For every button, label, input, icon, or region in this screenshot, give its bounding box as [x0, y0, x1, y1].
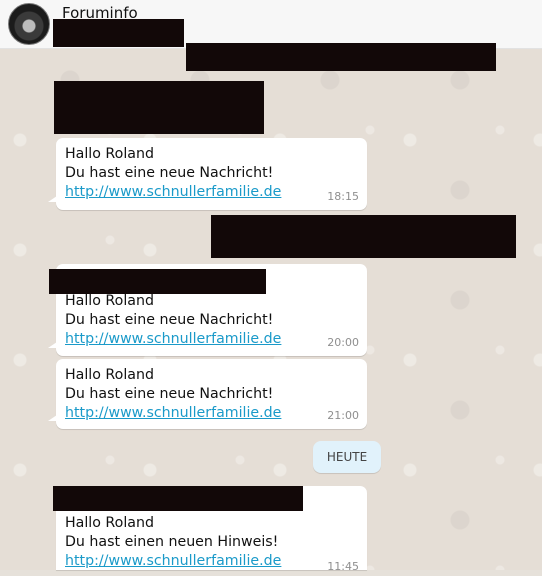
message-time: 20:00: [327, 336, 359, 349]
message-time: 18:15: [327, 190, 359, 203]
message-body: Du hast eine neue Nachricht!: [65, 386, 274, 402]
message-text: Hallo Roland Du hast eine neue Nachricht…: [65, 366, 281, 423]
message-link[interactable]: http://www.schnullerfamilie.de: [65, 404, 281, 423]
message-body: Du hast eine neue Nachricht!: [65, 165, 274, 181]
contact-avatar[interactable]: [8, 3, 50, 45]
message-link[interactable]: http://www.schnullerfamilie.de: [65, 183, 281, 202]
redacted-block: [49, 269, 266, 294]
redacted-block: [186, 43, 496, 71]
redacted-block: [211, 215, 516, 258]
message-time: 11:45: [327, 560, 359, 573]
message-link[interactable]: http://www.schnullerfamilie.de: [65, 552, 281, 571]
message-text: Hallo Roland Du hast eine neue Nachricht…: [65, 292, 281, 349]
day-separator-badge: HEUTE: [313, 441, 381, 473]
redacted-block: [53, 19, 184, 47]
message-bubble: Hallo Roland Du hast eine neue Nachricht…: [48, 359, 367, 429]
message-text: Hallo Roland Du hast einen neuen Hinweis…: [65, 514, 281, 571]
redacted-block: [54, 81, 264, 134]
message-body: Du hast einen neuen Hinweis!: [65, 534, 279, 550]
message-bubble: Hallo Roland Du hast eine neue Nachricht…: [48, 138, 367, 210]
message-time: 21:00: [327, 409, 359, 422]
message-greeting: Hallo Roland: [65, 146, 154, 162]
message-greeting: Hallo Roland: [65, 367, 154, 383]
message-body: Du hast eine neue Nachricht!: [65, 312, 274, 328]
message-text: Hallo Roland Du hast eine neue Nachricht…: [65, 145, 281, 202]
redacted-block: [53, 486, 303, 511]
message-greeting: Hallo Roland: [65, 293, 154, 309]
message-greeting: Hallo Roland: [65, 515, 154, 531]
message-link[interactable]: http://www.schnullerfamilie.de: [65, 330, 281, 349]
